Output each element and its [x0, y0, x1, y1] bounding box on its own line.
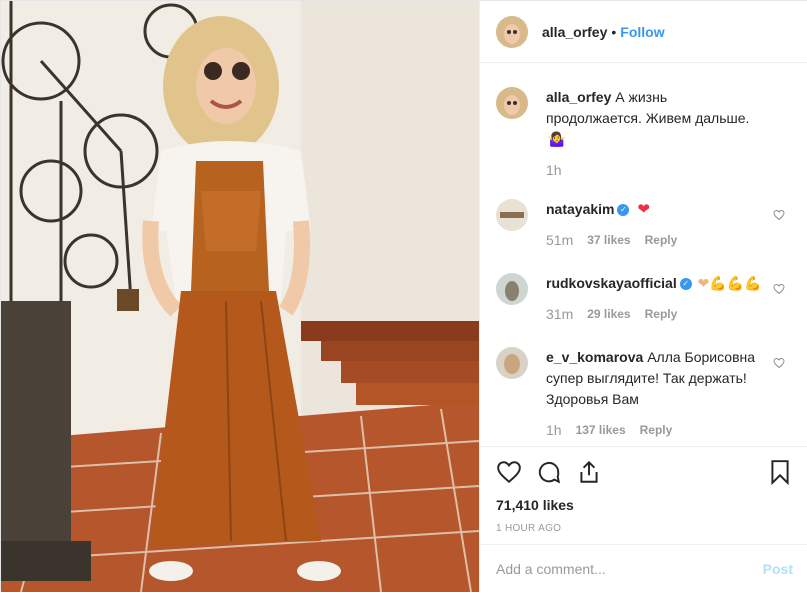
- post-photo[interactable]: [1, 1, 479, 592]
- reply-button[interactable]: Reply: [640, 420, 673, 441]
- post-details-panel: alla_orfey • Follow alla_orfey А жизнь п…: [479, 1, 807, 592]
- comment-input[interactable]: [496, 560, 763, 577]
- avatar[interactable]: [496, 15, 528, 48]
- post-timestamp[interactable]: 1 HOUR AGO: [496, 523, 793, 534]
- caption: alla_orfey А жизнь продолжается. Живем д…: [496, 87, 793, 181]
- comment-avatar[interactable]: [496, 199, 528, 231]
- comment-body: rudkovskayaofficial ✓ ❤💪💪💪 31m 29 likes R…: [546, 273, 766, 325]
- share-icon[interactable]: [576, 459, 602, 485]
- post-modal: alla_orfey • Follow alla_orfey А жизнь п…: [0, 0, 807, 592]
- comment-item: natayakim ✓ ❤ 51m 37 likes Reply: [496, 199, 793, 251]
- comment-item: e_v_komarova Алла Борисовна супер выгляд…: [496, 347, 793, 441]
- comment-like-icon[interactable]: [773, 357, 785, 369]
- comment-time[interactable]: 51m: [546, 230, 573, 251]
- reply-button[interactable]: Reply: [645, 230, 678, 251]
- heart-icon[interactable]: [496, 459, 522, 485]
- comment-item: rudkovskayaofficial ✓ ❤💪💪💪 31m 29 likes R…: [496, 273, 793, 325]
- caption-avatar[interactable]: [496, 87, 528, 119]
- comment-like-icon[interactable]: [773, 209, 785, 221]
- comment-likes[interactable]: 137 likes: [576, 420, 626, 441]
- verified-badge-icon: ✓: [679, 278, 692, 291]
- photo-illustration: [1, 1, 479, 592]
- caption-body: alla_orfey А жизнь продолжается. Живем д…: [546, 87, 766, 181]
- comment-emoji: ❤💪💪💪: [697, 275, 762, 291]
- reply-button[interactable]: Reply: [645, 304, 678, 325]
- comment-emoji: ❤: [637, 201, 650, 218]
- caption-meta: 1h: [546, 160, 766, 181]
- header-username[interactable]: alla_orfey: [542, 24, 607, 40]
- post-button[interactable]: Post: [763, 561, 793, 577]
- comment-likes[interactable]: 37 likes: [587, 230, 630, 251]
- comment-username[interactable]: rudkovskayaofficial: [546, 275, 677, 291]
- comments-list[interactable]: alla_orfey А жизнь продолжается. Живем д…: [480, 63, 807, 446]
- verified-badge-icon: ✓: [617, 204, 630, 217]
- comment-body: e_v_komarova Алла Борисовна супер выгляд…: [546, 347, 766, 441]
- comment-icon[interactable]: [536, 459, 562, 485]
- comment-time[interactable]: 1h: [546, 420, 562, 441]
- caption-username[interactable]: alla_orfey: [546, 89, 611, 105]
- comment-meta: 51m 37 likes Reply: [546, 230, 766, 251]
- comment-likes[interactable]: 29 likes: [587, 304, 630, 325]
- caption-time[interactable]: 1h: [546, 160, 562, 181]
- post-actions: 71,410 likes 1 HOUR AGO: [480, 446, 807, 546]
- comment-composer: Post: [480, 544, 807, 592]
- post-header: alla_orfey • Follow: [480, 1, 807, 63]
- action-icons: [496, 457, 793, 487]
- comment-avatar[interactable]: [496, 273, 528, 305]
- bookmark-icon[interactable]: [767, 459, 793, 485]
- comment-body: natayakim ✓ ❤ 51m 37 likes Reply: [546, 199, 766, 251]
- follow-button[interactable]: Follow: [620, 24, 664, 40]
- comment-avatar[interactable]: [496, 347, 528, 379]
- comment-username[interactable]: e_v_komarova: [546, 349, 643, 365]
- comment-username[interactable]: natayakim: [546, 201, 614, 217]
- comment-like-icon[interactable]: [773, 283, 785, 295]
- likes-count[interactable]: 71,410 likes: [496, 497, 793, 513]
- header-separator: •: [611, 23, 617, 40]
- comment-meta: 1h 137 likes Reply: [546, 420, 766, 441]
- caption-emoji: 🤷‍♀️: [548, 131, 566, 147]
- comment-meta: 31m 29 likes Reply: [546, 304, 766, 325]
- comment-time[interactable]: 31m: [546, 304, 573, 325]
